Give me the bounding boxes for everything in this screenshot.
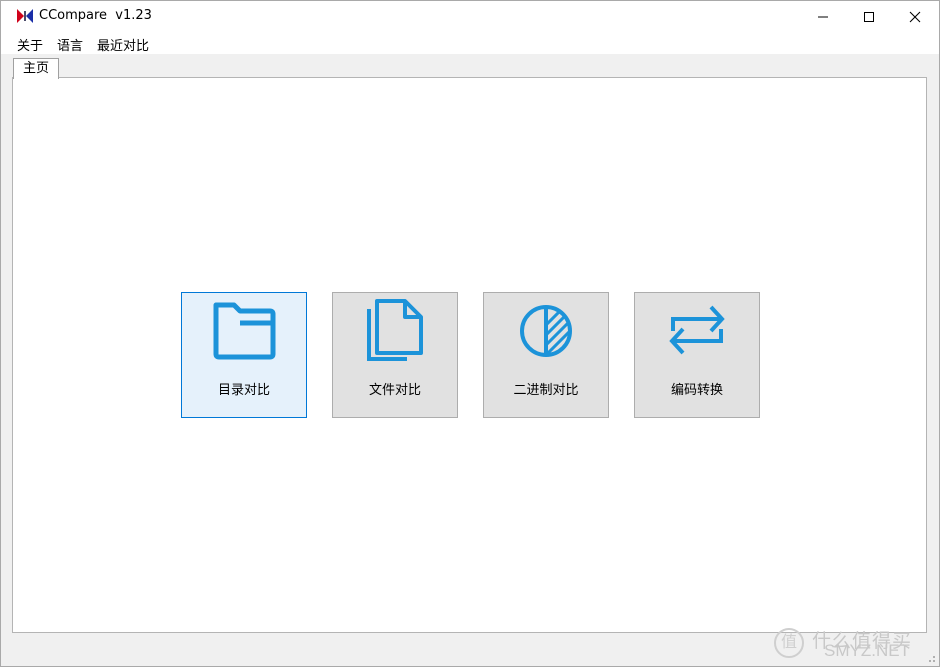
- app-window: CCompare v1.23 关于 语言 最近对比 主页 目录对比 文件对比 二…: [0, 0, 940, 667]
- tile-label: 目录对比: [217, 383, 270, 398]
- menu-recent-compare[interactable]: 最近对比: [95, 35, 151, 54]
- documents-icon: [367, 299, 423, 361]
- half-circle-hatched-icon: [520, 305, 572, 357]
- close-button[interactable]: [892, 1, 938, 32]
- window-title: CCompare v1.23: [39, 8, 152, 23]
- maximize-icon: [864, 12, 874, 22]
- tile-label: 二进制对比: [513, 383, 579, 398]
- watermark-text-en: SMYZ.NET: [824, 641, 910, 660]
- watermark-badge: 值: [774, 628, 804, 658]
- watermark: 值 什么值得买 SMYZ.NET: [772, 626, 932, 664]
- menu-language[interactable]: 语言: [55, 35, 85, 54]
- tile-label: 文件对比: [368, 383, 421, 398]
- menu-bar: 关于 语言 最近对比: [1, 32, 939, 54]
- close-icon: [909, 11, 921, 23]
- file-compare-button[interactable]: 文件对比: [332, 292, 458, 418]
- folder-icon: [213, 302, 276, 360]
- minimize-button[interactable]: [800, 1, 846, 32]
- home-panel: 目录对比 文件对比 二进制对比 编码转换: [12, 77, 927, 633]
- tab-strip: 主页: [1, 54, 939, 79]
- app-logo-icon: [17, 9, 33, 23]
- tile-label: 编码转换: [670, 383, 723, 398]
- directory-compare-button[interactable]: 目录对比: [181, 292, 307, 418]
- title-bar[interactable]: CCompare v1.23: [1, 1, 939, 32]
- menu-about[interactable]: 关于: [15, 35, 45, 54]
- minimize-icon: [818, 16, 828, 18]
- tab-home[interactable]: 主页: [13, 58, 59, 79]
- encoding-convert-button[interactable]: 编码转换: [634, 292, 760, 418]
- swap-arrows-icon: [669, 305, 725, 355]
- maximize-button[interactable]: [846, 1, 892, 32]
- binary-compare-button[interactable]: 二进制对比: [483, 292, 609, 418]
